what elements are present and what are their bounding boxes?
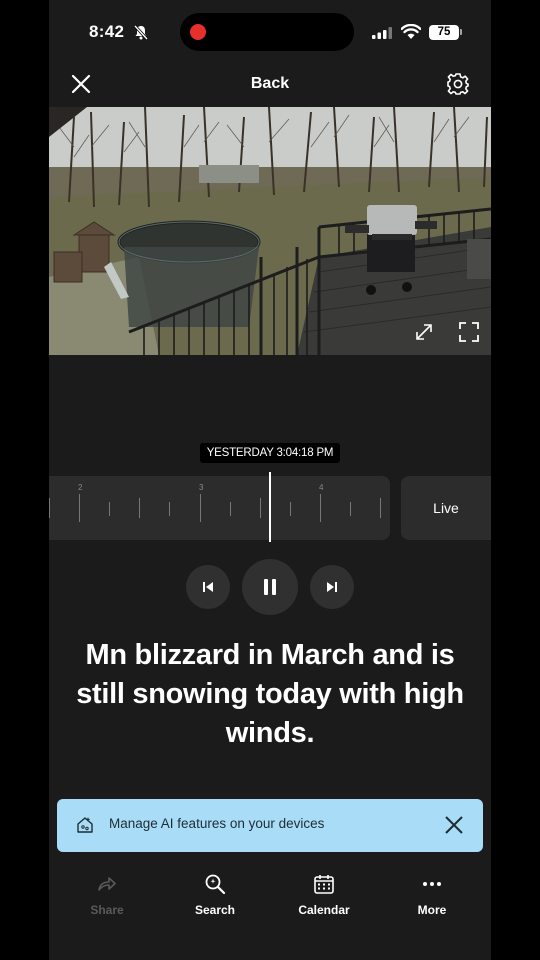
skip-previous-button[interactable] [186,565,230,609]
close-icon[interactable] [444,815,464,835]
battery-indicator: 75 [429,25,459,40]
timeline-scrubber[interactable]: 2 3 4 [49,476,390,540]
skip-previous-icon [203,582,213,592]
timeline-tick [49,498,50,518]
status-time: 8:42 [89,22,125,41]
gear-icon[interactable] [446,72,470,96]
battery-tip [460,29,462,35]
more-icon [423,882,441,886]
ai-features-banner[interactable]: Manage AI features on your devices [57,799,483,852]
timeline-tick [230,502,231,516]
cellular-signal-icon [372,27,392,39]
timeline-tick [169,502,170,516]
timeline-tick [290,502,291,516]
timeline-tick-label: 2 [78,483,83,492]
camera-scene-image [49,107,491,355]
pause-button[interactable] [242,559,298,615]
timeline-tick [139,498,140,518]
share-icon [98,877,116,891]
live-button[interactable]: Live [401,476,491,540]
status-bar: 8:42 75 [49,0,491,62]
tab-more[interactable]: More [392,872,472,917]
tab-search[interactable]: Search [175,872,255,917]
wifi-icon [401,24,421,39]
caption-line: still snowing today with high [76,678,464,710]
timeline-tick [350,502,351,516]
dynamic-island [180,13,354,51]
tab-label: More [417,903,447,917]
skip-next-icon [327,582,337,592]
timeline-tick [380,498,381,518]
timeline-tick [109,502,110,516]
fullscreen-icon[interactable] [457,320,481,344]
timeline-playhead[interactable] [269,472,271,542]
bell-off-icon [133,24,149,40]
tab-share[interactable]: Share [67,872,147,917]
tab-label: Calendar [298,903,350,917]
playback-timestamp: YESTERDAY 3:04:18 PM [200,443,340,463]
skip-next-button[interactable] [310,565,354,609]
calendar-icon [314,875,334,894]
timeline-tick [200,494,201,522]
timeline-tick [79,494,80,522]
timeline-tick-label: 3 [199,483,204,492]
tab-label: Search [194,903,236,917]
ai-home-icon [77,817,93,833]
camera-video-feed[interactable] [49,107,491,355]
expand-icon[interactable] [412,320,436,344]
tab-calendar[interactable]: Calendar [284,872,364,917]
video-caption: Mn blizzard in March and is still snowin… [49,636,491,753]
recording-dot-icon [190,24,206,40]
phone-screen: 8:42 75 Back YESTERDAY 3:04:18 PM 2 3 4 … [49,0,491,960]
ai-banner-text: Manage AI features on your devices [109,816,325,831]
timeline-tick [320,494,321,522]
caption-line: winds. [225,717,315,749]
timeline-tick-label: 4 [319,483,324,492]
caption-line: Mn blizzard in March and is [85,639,455,671]
timeline-tick [260,498,261,518]
back-button[interactable]: Back [49,75,491,93]
pause-icon [264,579,276,595]
tab-label: Share [90,903,124,917]
search-icon [205,874,226,895]
